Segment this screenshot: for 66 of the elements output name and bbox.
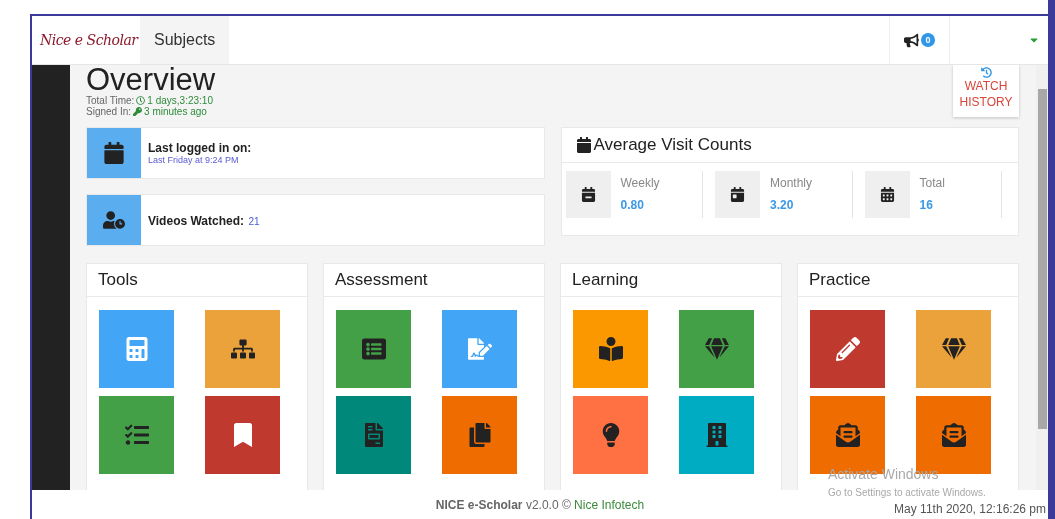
calendar-icon [730, 187, 745, 202]
tile-button[interactable] [573, 310, 648, 388]
stat-value: 16 [919, 198, 934, 212]
stat-label: Monthly [770, 176, 813, 190]
tile-button[interactable] [573, 396, 648, 474]
calendar-icon [103, 142, 125, 164]
tile-button[interactable] [442, 396, 517, 474]
open-envelope-icon [941, 423, 966, 447]
section-title: Learning [561, 264, 781, 297]
tile-button[interactable] [99, 396, 174, 474]
company-link[interactable]: Nice Infotech [574, 497, 645, 512]
list-icon [361, 337, 386, 361]
stat-value: 0.80 [620, 198, 645, 212]
total-time-label: Total Time: [86, 95, 135, 106]
calculator-icon [124, 337, 149, 361]
gem-icon [941, 337, 966, 361]
menu-item[interactable]: Subjects [140, 16, 230, 64]
building-icon [704, 423, 729, 447]
last-login-label: Last logged in on: [148, 141, 252, 155]
calendar-icon [879, 187, 895, 202]
tile-button[interactable] [336, 310, 411, 388]
clock-icon [136, 96, 146, 105]
tile-button[interactable] [442, 310, 517, 388]
logo: Nice e Scholar [38, 32, 140, 48]
signed-in-label: Signed In: [86, 106, 132, 117]
footer-datetime: May 11th 2020, 12:16:26 pm [894, 502, 1046, 516]
reader-icon [598, 337, 623, 361]
tile-button[interactable] [679, 310, 754, 388]
last-login-value: Last Friday at 9:24 PM [148, 155, 240, 165]
calendar-icon [575, 137, 592, 153]
stat-label: Weekly [620, 176, 660, 190]
key-icon [133, 107, 143, 116]
network-icon [230, 337, 255, 361]
history-icon [980, 67, 992, 78]
tile-button[interactable] [916, 310, 991, 388]
section-title: Assessment [324, 264, 544, 297]
section-title: Tools [87, 264, 307, 297]
notification-button[interactable]: 0 [889, 16, 950, 64]
megaphone-icon [904, 32, 919, 48]
page-title: Overview [86, 65, 216, 95]
watch-history-button[interactable]: WATCH HISTORY [953, 65, 1019, 117]
tile-button[interactable] [99, 310, 174, 388]
card-title: Average Visit Counts [593, 135, 752, 155]
calendar-icon [580, 187, 596, 202]
signed-document-icon [467, 337, 492, 361]
tile-button[interactable] [679, 396, 754, 474]
videos-label: Videos Watched: [148, 214, 245, 228]
copy-icon [467, 423, 492, 447]
footer-text: NICE e-Scholar v2.0.0 © [435, 497, 571, 512]
pencil-icon [835, 337, 860, 361]
stat-label: Total [919, 176, 945, 190]
tile-button[interactable] [810, 310, 885, 388]
videos-count: 21 [248, 216, 260, 227]
activation-text: Go to Settings to activate Windows. [828, 487, 986, 498]
open-envelope-icon [835, 423, 860, 447]
total-time: 1 days,3:23:10 [147, 95, 213, 106]
tile-button[interactable] [205, 396, 280, 474]
notification-count: 0 [921, 33, 935, 47]
signed-in-time: 3 minutes ago [144, 106, 207, 117]
checklist-icon [124, 423, 149, 447]
tile-button[interactable] [336, 396, 411, 474]
gem-icon [704, 337, 729, 361]
section-title: Practice [798, 264, 1018, 297]
user-clock-icon [103, 209, 125, 231]
tile-button[interactable] [205, 310, 280, 388]
stat-value: 3.20 [770, 198, 795, 212]
